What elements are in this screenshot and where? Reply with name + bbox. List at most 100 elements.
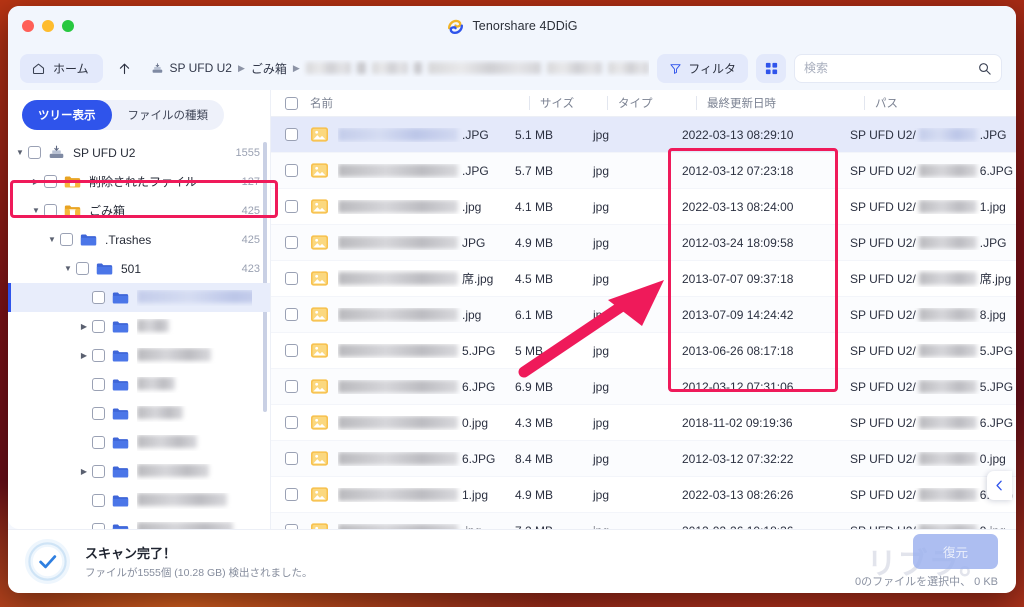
row-checkbox[interactable]: [285, 164, 298, 177]
table-row[interactable]: .JPG 5.1 MB jpg 2022-03-13 08:29:10 SP UFD U…: [271, 117, 1016, 153]
close-button[interactable]: [22, 20, 34, 32]
tree-node[interactable]: [8, 486, 270, 515]
image-file-icon: [311, 379, 328, 394]
breadcrumb-item-blurred[interactable]: [428, 62, 542, 74]
table-row[interactable]: .jpg7.2 MBjpg2012-02-26 10:18:36SP UFD U…: [271, 513, 1016, 529]
table-row[interactable]: .jpg 6.1 MB jpg 2013-07-09 14:24:42 SP UFD U…: [271, 297, 1016, 333]
path-extension: 席.jpg: [979, 272, 1012, 286]
breadcrumb-item-blurred[interactable]: [547, 62, 602, 74]
tree-node[interactable]: ▶: [8, 341, 270, 370]
sidebar: ツリー表示 ファイルの種類 ▼ SP UFD U2 1555 ▶ 削除されたファイル 12…: [8, 90, 270, 529]
table-row[interactable]: .jpg 4.1 MB jpg 2022-03-13 08:24:00 SP UFD U…: [271, 189, 1016, 225]
table-row[interactable]: 6.JPG 6.9 MB jpg 2012-03-12 07:31:06 SP UFD …: [271, 369, 1016, 405]
row-checkbox[interactable]: [285, 488, 298, 501]
table-row[interactable]: JPG 4.9 MB jpg 2012-03-24 18:09:58 SP UFD U2…: [271, 225, 1016, 261]
cell-path: SP UFD U2/5.JPG: [850, 380, 1016, 394]
redacted-path: [918, 128, 977, 141]
row-checkbox[interactable]: [285, 344, 298, 357]
tree-node-checkbox[interactable]: [44, 204, 57, 217]
row-checkbox[interactable]: [285, 416, 298, 429]
table-row[interactable]: 0.jpg 4.3 MB jpg 2018-11-02 09:19:36 SP UFD …: [271, 405, 1016, 441]
cell-size: 6.9 MB: [515, 379, 554, 394]
tree-node-checkbox[interactable]: [76, 262, 89, 275]
tree-node[interactable]: [8, 399, 270, 428]
chevron-right-icon[interactable]: ▶: [76, 351, 92, 360]
breadcrumb-item-blurred[interactable]: [607, 62, 650, 74]
tree-node-checkbox[interactable]: [92, 465, 105, 478]
tree-node[interactable]: [8, 283, 270, 312]
row-checkbox[interactable]: [285, 128, 298, 141]
chevron-down-icon[interactable]: ▼: [60, 264, 76, 273]
restore-button[interactable]: 復元: [912, 534, 998, 569]
search-icon[interactable]: [977, 61, 992, 76]
tree-node[interactable]: ▼ .Trashes 425: [8, 225, 270, 254]
table-row[interactable]: 席.jpg 4.5 MB jpg 2013-07-07 09:37:18 SP UFD …: [271, 261, 1016, 297]
row-checkbox[interactable]: [285, 200, 298, 213]
go-up-button[interactable]: [113, 56, 137, 80]
cell-size: 6.1 MB: [515, 307, 554, 322]
tree-node-checkbox[interactable]: [92, 407, 105, 420]
tab-tree-view[interactable]: ツリー表示: [22, 100, 112, 130]
redacted-path: [918, 308, 977, 321]
table-row[interactable]: 6.JPG 8.4 MB jpg 2012-03-12 07:32:22 SP UFD …: [271, 441, 1016, 477]
tree-node[interactable]: [8, 428, 270, 457]
table-row[interactable]: 1.jpg 4.9 MB jpg 2022-03-13 08:26:26 SP UFD …: [271, 477, 1016, 513]
maximize-button[interactable]: [62, 20, 74, 32]
path-prefix: SP UFD U2/: [850, 127, 916, 142]
row-checkbox[interactable]: [285, 452, 298, 465]
tree-node[interactable]: ▶ 削除されたファイル 127: [8, 167, 270, 196]
tree-node[interactable]: [8, 515, 270, 529]
row-checkbox[interactable]: [285, 272, 298, 285]
table-row[interactable]: 5.JPG 5 MB jpg 2013-06-26 08:17:18 SP UFD U2…: [271, 333, 1016, 369]
tree-node-checkbox[interactable]: [44, 175, 57, 188]
file-extension: 6.JPG: [462, 451, 496, 466]
chevron-down-icon[interactable]: ▼: [12, 148, 28, 157]
select-all-checkbox[interactable]: [285, 96, 298, 110]
tree-node[interactable]: [8, 370, 270, 399]
breadcrumb-item-drive[interactable]: SP UFD U2: [169, 61, 231, 75]
chevron-down-icon[interactable]: ▼: [28, 206, 44, 215]
row-checkbox[interactable]: [285, 380, 298, 393]
search-input[interactable]: [804, 61, 971, 75]
column-header-date[interactable]: 最終更新日時: [696, 95, 875, 111]
tab-file-type[interactable]: ファイルの種類: [112, 100, 225, 130]
grid-view-button[interactable]: [756, 53, 786, 83]
tree-node-checkbox[interactable]: [28, 146, 41, 159]
search-box[interactable]: [794, 53, 1002, 83]
breadcrumb-item-trash[interactable]: ごみ箱: [251, 60, 287, 77]
tree-node[interactable]: ▼ ごみ箱 425: [8, 196, 270, 225]
home-button[interactable]: ホーム: [20, 53, 103, 83]
tree-node-checkbox[interactable]: [92, 494, 105, 507]
breadcrumb-item-blurred[interactable]: [357, 62, 367, 74]
breadcrumb-item-blurred[interactable]: [305, 62, 352, 74]
filter-button[interactable]: フィルタ: [657, 53, 748, 83]
chevron-right-icon[interactable]: ▶: [76, 467, 92, 476]
tree-node-checkbox[interactable]: [92, 291, 105, 304]
row-checkbox[interactable]: [285, 236, 298, 249]
previous-page-button[interactable]: [987, 471, 1012, 500]
tree-node-checkbox[interactable]: [92, 349, 105, 362]
tree-node[interactable]: ▶: [8, 457, 270, 486]
breadcrumb-item-blurred[interactable]: [414, 62, 422, 74]
chevron-right-icon[interactable]: ▶: [28, 177, 44, 186]
tree-node-checkbox[interactable]: [60, 233, 73, 246]
table-row[interactable]: .JPG 5.7 MB jpg 2012-03-12 07:23:18 SP UFD U…: [271, 153, 1016, 189]
column-header-name[interactable]: 名前: [310, 95, 540, 111]
chevron-down-icon[interactable]: ▼: [44, 235, 60, 244]
tree-node-checkbox[interactable]: [92, 436, 105, 449]
tree-node[interactable]: ▼ SP UFD U2 1555: [8, 138, 270, 167]
cell-path: SP UFD U2/5.JPG: [850, 344, 1016, 358]
tree-node-checkbox[interactable]: [92, 320, 105, 333]
breadcrumb-item-blurred[interactable]: [372, 62, 409, 74]
chevron-right-icon[interactable]: ▶: [76, 322, 92, 331]
folder-icon: [112, 495, 129, 507]
column-header-type[interactable]: タイプ: [607, 95, 707, 111]
window-controls[interactable]: [22, 20, 74, 32]
minimize-button[interactable]: [42, 20, 54, 32]
tree-node-checkbox[interactable]: [92, 378, 105, 391]
redacted-label: [137, 463, 209, 477]
column-header-path[interactable]: パス: [864, 95, 1016, 111]
tree-node[interactable]: ▼ 501 423: [8, 254, 270, 283]
tree-node[interactable]: ▶: [8, 312, 270, 341]
row-checkbox[interactable]: [285, 308, 298, 321]
